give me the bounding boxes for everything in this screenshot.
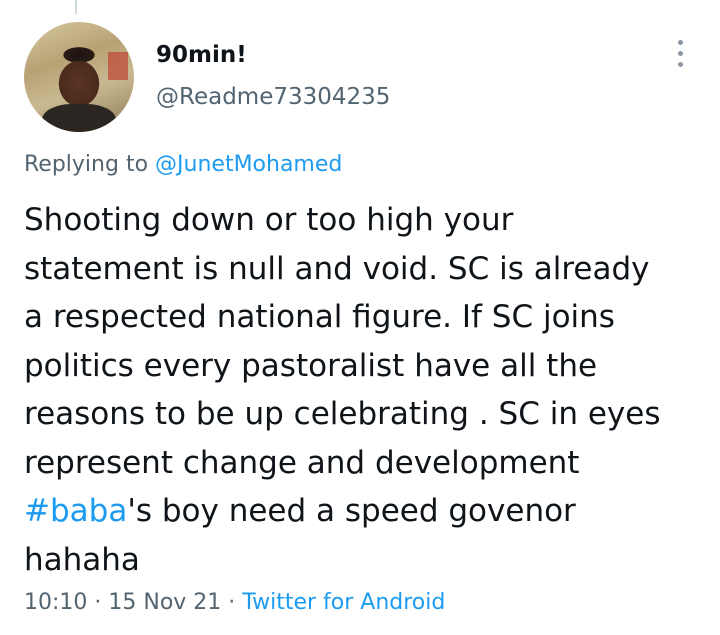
- more-vertical-icon[interactable]: [670, 40, 690, 72]
- tweet-date[interactable]: 15 Nov 21: [108, 590, 221, 615]
- hashtag-link[interactable]: #baba: [24, 493, 127, 529]
- avatar-shirt: [42, 104, 116, 132]
- tweet-line: represent change and development: [24, 444, 580, 481]
- tweet-line: Shooting down or too high your: [24, 202, 514, 238]
- author-display-name[interactable]: 90min!: [156, 42, 247, 68]
- meta-separator: ·: [221, 590, 243, 615]
- more-dot: [677, 62, 683, 67]
- thread-connector-line: [75, 0, 77, 14]
- replying-to: Replying to @JunetMohamed: [24, 152, 342, 177]
- tweet-line: hahaha: [24, 541, 140, 578]
- tweet-line: politics every pastoralist have all the: [24, 347, 598, 384]
- tweet-line: a respected national figure. If SC joins: [24, 299, 615, 335]
- avatar[interactable]: [24, 22, 134, 132]
- avatar-background-detail: [108, 52, 128, 80]
- more-dot: [677, 51, 683, 56]
- replying-to-prefix: Replying to: [24, 152, 156, 177]
- tweet-line: statement is null and void. SC is alread…: [24, 250, 650, 287]
- replying-to-handle-link[interactable]: @JunetMohamed: [155, 152, 342, 177]
- more-dot: [677, 40, 683, 45]
- tweet-line: reasons to be up celebrating . SC in eye…: [24, 396, 661, 432]
- tweet-text: Shooting down or too high your statement…: [24, 196, 714, 584]
- tweet-line: #baba's boy need a speed govenor: [24, 487, 714, 536]
- tweet-source-link[interactable]: Twitter for Android: [242, 590, 445, 615]
- tweet-time[interactable]: 10:10: [24, 590, 87, 615]
- author-handle[interactable]: @Readme73304235: [156, 84, 390, 110]
- tweet-line-text: 's boy need a speed govenor: [127, 493, 576, 529]
- tweet-metadata: 10:10 · 15 Nov 21 · Twitter for Android: [24, 590, 445, 615]
- meta-separator: ·: [87, 590, 109, 615]
